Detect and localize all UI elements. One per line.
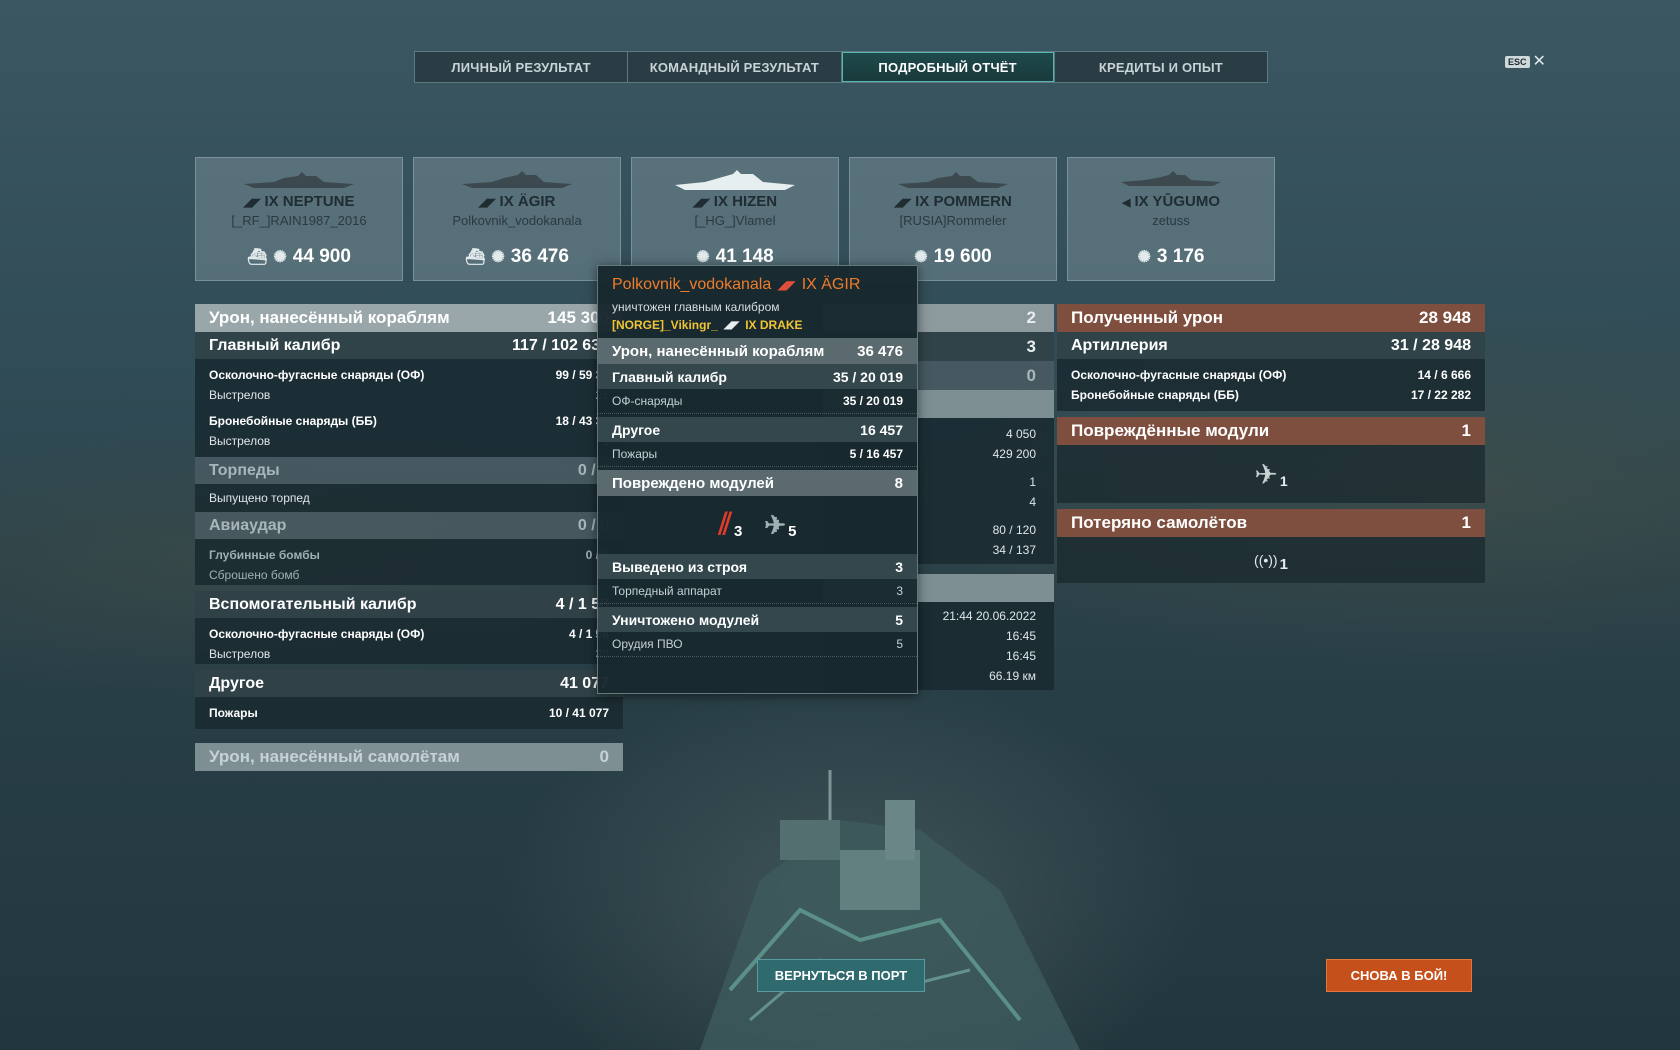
ship-class-icon: ◢◤	[243, 197, 261, 209]
tooltip-he-row: ОФ-снаряды 35 / 20 019	[598, 389, 917, 414]
tooltip-torpedo-row: Торпедный аппарат 3	[598, 579, 917, 604]
damage-received-panel: Полученный урон 28 948 Артиллерия 31 / 28 …	[1057, 304, 1485, 583]
battle-again-button[interactable]: СНОВА В БОЙ!	[1326, 959, 1472, 992]
killer-ship: IX DRAKE	[745, 318, 803, 332]
player-card[interactable]: ◢◤ IX NEPTUNE [_RF_]RAIN1987_2016 ⛴ ✺ 44 90…	[195, 157, 403, 281]
planes-lost-icons: ((•)) 1	[1057, 537, 1485, 583]
bombs-dropped-row: Сброшено бомб	[195, 565, 623, 585]
tooltip-damage-header: Урон, нанесённый кораблям 36 476	[598, 338, 917, 364]
torpedo-launcher-icon: ⫽	[718, 508, 732, 541]
damage-dealt-header: Урон, нанесённый кораблям 145 300	[195, 304, 623, 332]
close-icon: ✕	[1532, 53, 1546, 70]
killer-name: [NORGE]_Vikingr_	[612, 318, 718, 332]
ship-class-icon: ◢◤	[478, 197, 496, 209]
damage-burst-icon: ✺	[491, 249, 505, 266]
player-name: Polkovnik_vodokanala	[452, 213, 582, 228]
tooltip-status: уничтожен главным калибром	[612, 300, 780, 314]
player-cards: ◢◤ IX NEPTUNE [_RF_]RAIN1987_2016 ⛴ ✺ 44 90…	[195, 157, 1275, 281]
background-ship	[700, 770, 1080, 1050]
secondary-he-row: Осколочно-фугасные снаряды (ОФ) 4 / 1 58	[195, 624, 623, 644]
player-name: zetuss	[1152, 213, 1190, 228]
damage-burst-icon: ✺	[914, 249, 928, 266]
ap-shells-row: Бронебойные снаряды (ББ) 17 / 22 282	[1057, 385, 1485, 405]
tooltip-aa-row: Орудия ПВО 5	[598, 632, 917, 657]
artillery-header: Артиллерия 31 / 28 948	[1057, 332, 1485, 359]
secondary-battery-header: Вспомогательный калибр 4 / 1 58	[195, 591, 623, 618]
he-shells-row: Осколочно-фугасные снаряды (ОФ) 99 / 59 3…	[195, 365, 623, 385]
player-card[interactable]: ◀ IX YŪGUMO zetuss ✺ 3 176	[1067, 157, 1275, 281]
tab-team[interactable]: КОМАНДНЫЙ РЕЗУЛЬТАТ	[628, 52, 842, 82]
ship-name: IX POMMERN	[915, 193, 1012, 210]
shots-row: Выстрелов21	[195, 385, 623, 405]
damage-score: 19 600	[933, 246, 992, 267]
ship-class-icon: ◢◤	[777, 278, 796, 292]
ship-silhouette-icon	[244, 172, 354, 188]
tooltip-disabled-header: Выведено из строя 3	[598, 554, 917, 579]
player-name: [_HG_]Vlamel	[694, 213, 776, 228]
aircraft-module-icon: ✈	[1254, 458, 1278, 490]
tooltip-fires-row: Пожары 5 / 16 457	[598, 442, 917, 467]
tooltip-other: Другое 16 457	[598, 417, 917, 442]
spotter-plane-icon: ((•))	[1254, 552, 1278, 568]
ap-shells-row: Бронебойные снаряды (ББ) 18 / 43 31	[195, 411, 623, 431]
tab-credits-xp[interactable]: КРЕДИТЫ И ОПЫТ	[1055, 52, 1267, 82]
player-name: [_RF_]RAIN1987_2016	[231, 213, 367, 228]
ship-name: IX HIZEN	[713, 193, 778, 210]
ship-name: IX YŪGUMO	[1134, 193, 1221, 210]
aa-gun-icon: ✈	[764, 510, 787, 540]
damage-score: 44 900	[292, 246, 351, 267]
tooltip-modules-header: Повреждено модулей 8	[598, 470, 917, 496]
secondary-shots-row: Выстрелов30	[195, 644, 623, 664]
damage-burst-icon: ✺	[1137, 249, 1151, 266]
plane-damage-header: Урон, нанесённый самолётам 0	[195, 743, 623, 771]
damaged-modules-icons: ✈ 1	[1057, 445, 1485, 503]
ship-silhouette-icon	[462, 171, 572, 188]
ship-silhouette-icon	[675, 170, 795, 190]
tooltip-main-battery: Главный калибр 35 / 20 019	[598, 364, 917, 389]
result-tabs: ЛИЧНЫЙ РЕЗУЛЬТАТ КОМАНДНЫЙ РЕЗУЛЬТАТ ПОД…	[414, 51, 1268, 83]
sunk-icon: ⛴	[465, 249, 486, 266]
player-tooltip: Polkovnik_vodokanala ◢◤ IX ÄGIR уничтожен …	[597, 265, 918, 694]
damage-dealt-panel: Урон, нанесённый кораблям 145 300 Главный…	[195, 304, 623, 771]
damage-burst-icon: ✺	[696, 249, 710, 266]
tooltip-player-name: Polkovnik_vodokanala	[612, 276, 772, 293]
player-name: [RUSIA]Rommeler	[899, 213, 1007, 228]
sunk-icon: ⛴	[247, 249, 268, 266]
damaged-modules-header: Повреждённые модули 1	[1057, 417, 1485, 445]
damage-score: 3 176	[1156, 246, 1205, 267]
fires-row: Пожары 10 / 41 077	[195, 703, 623, 723]
tooltip-destroyed-header: Уничтожено модулей 5	[598, 607, 917, 632]
main-battery-header: Главный калибр 117 / 102 635	[195, 332, 623, 359]
torpedoes-fired-row: Выпущено торпед	[195, 484, 623, 512]
torpedoes-header: Торпеды 0 / 0	[195, 457, 623, 484]
damage-score: 36 476	[510, 246, 569, 267]
damage-burst-icon: ✺	[273, 249, 287, 266]
ship-class-icon: ◢◤	[894, 197, 912, 209]
depth-charges-row: Глубинные бомбы0 / 0	[195, 545, 623, 565]
return-to-port-button[interactable]: ВЕРНУТЬСЯ В ПОРТ	[757, 959, 925, 992]
ship-class-icon: ◀	[1121, 197, 1131, 209]
esc-key-icon: ESC	[1505, 56, 1530, 68]
tab-personal[interactable]: ЛИЧНЫЙ РЕЗУЛЬТАТ	[415, 52, 629, 82]
tooltip-ship-name: IX ÄGIR	[801, 276, 861, 293]
airstrike-header: Авиаудар 0 / 0	[195, 512, 623, 539]
damage-received-header: Полученный урон 28 948	[1057, 304, 1485, 332]
close-button[interactable]: ESC ✕	[1505, 53, 1546, 70]
ship-name: IX ÄGIR	[499, 193, 556, 210]
ship-silhouette-icon	[898, 172, 1008, 188]
player-card[interactable]: ◢◤ IX POMMERN [RUSIA]Rommeler ✺ 19 600	[849, 157, 1057, 281]
player-card[interactable]: ◢◤ IX HIZEN [_HG_]Vlamel ✺ 41 148	[631, 157, 839, 281]
ship-class-icon: ◢◤	[692, 197, 710, 209]
ship-class-icon: ◢◤	[723, 319, 740, 331]
ship-silhouette-icon	[1121, 171, 1221, 186]
he-shells-row: Осколочно-фугасные снаряды (ОФ) 14 / 6 66…	[1057, 365, 1485, 385]
other-damage-header: Другое 41 077	[195, 670, 623, 697]
ship-name: IX NEPTUNE	[264, 193, 355, 210]
shots-row: Выстрелов1	[195, 431, 623, 451]
tab-detailed-report[interactable]: ПОДРОБНЫЙ ОТЧЁТ	[841, 52, 1055, 82]
player-card[interactable]: ◢◤ IX ÄGIR Polkovnik_vodokanala ⛴ ✺ 36 476	[413, 157, 621, 281]
planes-lost-header: Потеряно самолётов 1	[1057, 509, 1485, 537]
tooltip-module-icons: ⫽ 3 ✈ 5	[718, 508, 797, 541]
